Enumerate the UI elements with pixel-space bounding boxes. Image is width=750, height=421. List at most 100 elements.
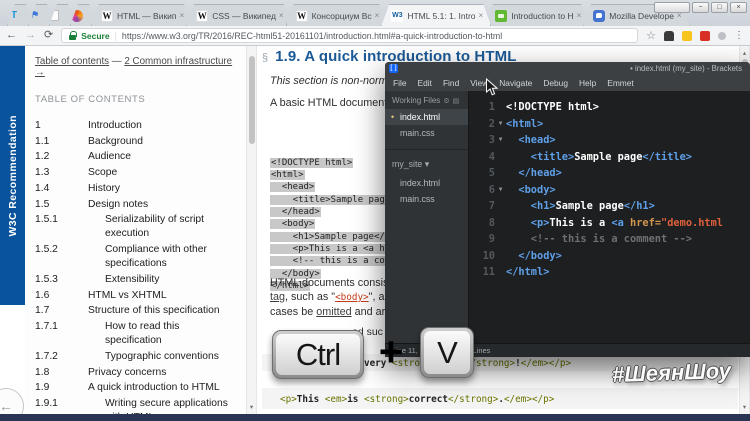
toc-item-label[interactable]: A quick introduction to HTML	[88, 381, 242, 395]
window-maximize-button[interactable]: □	[711, 2, 728, 13]
toc-item-label[interactable]: Compliance with other specifications	[88, 243, 242, 271]
secure-label[interactable]: Secure	[81, 31, 109, 41]
code-line[interactable]: 4 <title>Sample page</title>	[469, 149, 750, 166]
toc-item-label[interactable]: HTML vs XHTML	[88, 289, 242, 303]
fold-arrow-icon[interactable]: ▼	[499, 120, 503, 127]
extension-icon-red[interactable]	[700, 30, 710, 41]
toc-link[interactable]: Table of contents	[35, 56, 109, 67]
split-view-icon[interactable]: ▤	[453, 97, 460, 105]
project-dropdown[interactable]: my_site ▾	[385, 156, 468, 175]
toc-item[interactable]: 1.9 A quick introduction to HTML	[35, 381, 242, 395]
code-line[interactable]: 1 <!DOCTYPE html>	[469, 99, 750, 116]
editor-code-area[interactable]: 1 <!DOCTYPE html> 2 ▼ <html> 3 ▼ <head>	[469, 91, 750, 343]
toc-item[interactable]: 1.4 History	[35, 182, 242, 196]
editor-titlebar[interactable]: [] • index.html (my_site) - Brackets	[385, 62, 750, 75]
window-minimize-button[interactable]: −	[692, 2, 709, 13]
toc-item[interactable]: 1.5.1 Serializability of script executio…	[35, 213, 242, 241]
toc-item[interactable]: 1.2 Audience	[35, 150, 242, 164]
code-line[interactable]: 7 <h1>Sample page</h1>	[469, 198, 750, 215]
tab-close-icon[interactable]: ×	[375, 11, 380, 20]
code-text: </html>	[506, 266, 550, 278]
toc-item-label[interactable]: How to read this specification	[88, 320, 242, 348]
editor-menu-item[interactable]: Debug	[543, 78, 568, 88]
tab-close-icon[interactable]: ×	[279, 11, 284, 20]
toc-item[interactable]: 1.5.2 Compliance with other specificatio…	[35, 243, 242, 271]
browser-tab[interactable]: W CSS — Википед ×	[186, 4, 291, 26]
code-line[interactable]: 11 </html>	[469, 264, 750, 281]
tab-close-icon[interactable]: ×	[577, 11, 582, 20]
editor-menu-item[interactable]: Navigate	[499, 78, 532, 88]
toc-item-label[interactable]: Background	[88, 135, 242, 149]
toc-item[interactable]: 1.3 Scope	[35, 166, 242, 180]
window-profile-badge[interactable]	[654, 2, 690, 13]
toc-item-label[interactable]: Introduction	[88, 119, 242, 133]
extension-icon-yellow[interactable]	[682, 30, 692, 41]
page-scroll-up-icon[interactable]: ▴	[740, 49, 749, 57]
editor-menu-item[interactable]: Find	[443, 78, 459, 88]
bookmark-star-icon[interactable]: ☆	[646, 29, 656, 42]
code-line[interactable]: 8 <p>This is a <a href="demo.html	[469, 215, 750, 232]
editor-menu-item[interactable]: Edit	[418, 78, 432, 88]
banner-label: W3C Recommendation	[6, 114, 19, 237]
gear-icon[interactable]: ⚙	[443, 97, 449, 105]
window-close-button[interactable]: ×	[730, 2, 747, 13]
intro-paragraph: A basic HTML document lo	[270, 97, 399, 109]
project-file-item[interactable]: main.css	[385, 191, 468, 207]
section-permalink-icon[interactable]: §	[262, 52, 268, 64]
fold-arrow-icon[interactable]: ▼	[499, 186, 503, 193]
browser-tab[interactable]: W HTML — Викип ×	[91, 4, 192, 26]
toc-item[interactable]: 1.7.2 Typographic conventions	[35, 350, 242, 364]
toc-item[interactable]: 1.8 Privacy concerns	[35, 366, 242, 380]
working-file-item[interactable]: main.css	[385, 125, 468, 141]
toc-item-label[interactable]: Serializability of script execution	[88, 213, 242, 241]
tab-close-icon[interactable]: ×	[479, 11, 484, 20]
toc-item-label[interactable]: Audience	[88, 150, 242, 164]
tab-favicon	[593, 10, 605, 22]
toc-item-label[interactable]: Extensibility	[88, 273, 242, 287]
browser-tab[interactable]: W Консорциум Вс ×	[286, 4, 388, 26]
extension-icon-disabled[interactable]	[718, 31, 726, 40]
toc-item-label[interactable]: Writing secure applications with HTML	[88, 397, 242, 415]
toc-item-label[interactable]: Scope	[88, 166, 242, 180]
toc-scrollbar-thumb[interactable]	[249, 56, 255, 144]
toc-item-label[interactable]: Structure of this specification	[88, 304, 242, 318]
toc-item[interactable]: 1.1 Background	[35, 135, 242, 149]
forward-icon[interactable]: →	[25, 30, 36, 41]
editor-menu-item[interactable]: File	[393, 78, 407, 88]
url-text[interactable]: https://www.w3.org/TR/2016/REC-html51-20…	[122, 31, 502, 41]
code-line[interactable]: 2 ▼ <html>	[469, 116, 750, 133]
code-line[interactable]: 3 ▼ <head>	[469, 132, 750, 149]
toc-item-label[interactable]: Design notes	[88, 198, 242, 212]
toc-item[interactable]: 1.7 Structure of this specification	[35, 304, 242, 318]
extension-icon-dark[interactable]	[664, 30, 674, 41]
working-file-item[interactable]: • index.html	[385, 109, 468, 125]
code-line[interactable]: 10 </body>	[469, 248, 750, 265]
code-line[interactable]: 6 ▼ <body>	[469, 182, 750, 199]
toc-item[interactable]: 1.5.3 Extensibility	[35, 273, 242, 287]
toc-item[interactable]: 1.9.1 Writing secure applications with H…	[35, 397, 242, 415]
brackets-logo-icon: []	[389, 64, 398, 73]
reload-icon[interactable]: ⟳	[44, 30, 53, 41]
editor-menu-item[interactable]: Emmet	[607, 78, 634, 88]
tab-close-icon[interactable]: ×	[180, 11, 185, 20]
toc-item[interactable]: 1 Introduction	[35, 119, 242, 133]
toc-item-label[interactable]: History	[88, 182, 242, 196]
browser-tab[interactable]: Introduction to H ×	[485, 4, 589, 26]
address-bar[interactable]: Secure | https://www.w3.org/TR/2016/REC-…	[61, 28, 639, 43]
page-scroll-down-icon[interactable]: ▾	[740, 403, 749, 411]
browser-tab[interactable]: W3 HTML 5.1: 1. Intro ×	[381, 4, 491, 26]
toc-scrollbar[interactable]: ▾	[246, 46, 257, 415]
toc-item[interactable]: 1.6 HTML vs XHTML	[35, 289, 242, 303]
toc-item-label[interactable]: Typographic conventions	[88, 350, 242, 364]
toc-item[interactable]: 1.7.1 How to read this specification	[35, 320, 242, 348]
code-line[interactable]: 9 <!-- this is a comment -->	[469, 231, 750, 248]
fold-arrow-icon[interactable]: ▼	[499, 136, 503, 143]
editor-menu-item[interactable]: Help	[579, 78, 596, 88]
toc-scroll-down-icon[interactable]: ▾	[247, 403, 256, 411]
chrome-menu-icon[interactable]: ⋮	[734, 30, 744, 41]
project-file-item[interactable]: index.html	[385, 175, 468, 191]
back-icon[interactable]: ←	[6, 30, 17, 41]
toc-item[interactable]: 1.5 Design notes	[35, 198, 242, 212]
toc-item-label[interactable]: Privacy concerns	[88, 366, 242, 380]
code-line[interactable]: 5 </head>	[469, 165, 750, 182]
